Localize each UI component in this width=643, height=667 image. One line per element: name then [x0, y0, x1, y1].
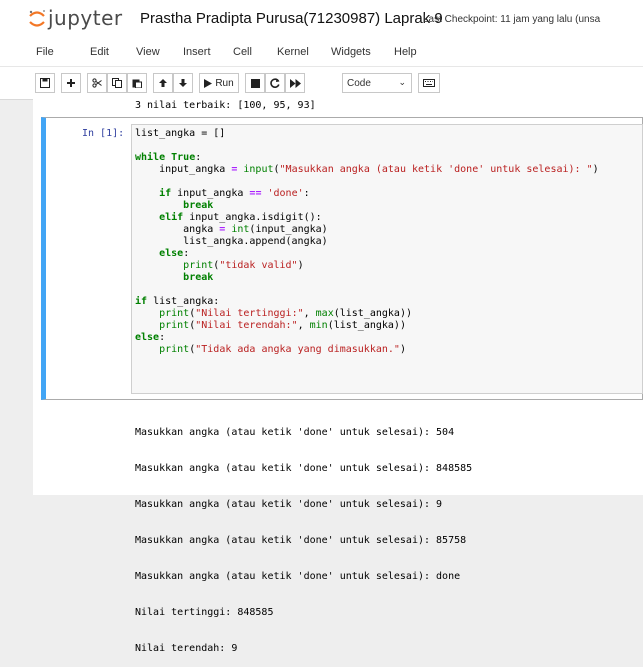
plus-icon [67, 79, 75, 87]
fast-forward-icon [289, 78, 301, 88]
keyboard-icon [423, 79, 435, 87]
output-line: Nilai terendah: 9 [135, 643, 238, 654]
code-line-15: if list_angka: [135, 296, 220, 307]
copy-icon [112, 78, 122, 88]
output-line: Masukkan angka (atau ketik 'done' untuk … [135, 427, 455, 438]
code-line-9: angka = int(input_angka) [135, 224, 328, 235]
stop-icon [250, 78, 260, 88]
paste-icon [132, 79, 142, 88]
output-line: Masukkan angka (atau ketik 'done' untuk … [135, 499, 443, 510]
code-line-7: break [183, 200, 214, 211]
run-icon [204, 78, 213, 88]
arrow-down-icon [179, 79, 187, 87]
insert-cell-button[interactable] [61, 73, 81, 93]
code-line-8: elif input_angka.isdigit(): [159, 212, 322, 223]
chevron-down-icon: ⌄ [398, 77, 406, 87]
output-line: Masukkan angka (atau ketik 'done' untuk … [135, 535, 467, 546]
restart-kernel-button[interactable] [265, 73, 285, 93]
output-line: Masukkan angka (atau ketik 'done' untuk … [135, 463, 473, 474]
cut-button[interactable] [87, 73, 107, 93]
notebook-title[interactable]: Prastha Pradipta Purusa(71230987) Laprak… [140, 10, 443, 27]
code-input[interactable]: list_angka = []​while True: input_angka … [135, 128, 599, 356]
code-line-12: print("tidak valid") [183, 260, 304, 271]
interrupt-kernel-button[interactable] [245, 73, 265, 93]
code-line-11: else: [159, 248, 190, 259]
save-button[interactable] [35, 73, 55, 93]
notebook-header: jupyter Prastha Pradipta Purusa(71230987… [0, 0, 643, 38]
move-up-button[interactable] [153, 73, 173, 93]
run-button[interactable]: Run [199, 73, 239, 93]
menu-view[interactable]: View [136, 46, 160, 58]
paste-button[interactable] [127, 73, 147, 93]
input-prompt: In [1]: [82, 128, 125, 139]
code-line-16: print("Nilai tertinggi:", max(list_angka… [159, 308, 412, 319]
cell-output: Masukkan angka (atau ketik 'done' untuk … [135, 403, 472, 667]
jupyter-logo-icon [29, 10, 45, 27]
menu-kernel[interactable]: Kernel [277, 46, 309, 58]
command-palette-button[interactable] [418, 73, 440, 93]
restart-icon [270, 78, 280, 88]
menu-help[interactable]: Help [394, 46, 417, 58]
code-line-1: list_angka = [] [135, 128, 226, 139]
menu-edit[interactable]: Edit [90, 46, 109, 58]
code-line-14: ​ [135, 284, 599, 296]
copy-button[interactable] [107, 73, 127, 93]
cell-type-select[interactable]: Code ⌄ [342, 73, 412, 93]
code-line-18: else: [135, 332, 166, 343]
code-line-4: input_angka = input("Masukkan angka (ata… [135, 164, 599, 175]
code-line-17: print("Nilai terendah:", min(list_angka)… [159, 320, 406, 331]
move-down-button[interactable] [173, 73, 193, 93]
save-icon [40, 78, 50, 88]
code-line-13: break [183, 272, 214, 283]
menu-insert[interactable]: Insert [183, 46, 211, 58]
menu-cell[interactable]: Cell [233, 46, 252, 58]
code-line-5: ​ [135, 176, 599, 188]
code-line-2: ​ [135, 140, 599, 152]
cell-type-value: Code [347, 78, 371, 89]
menu-widgets[interactable]: Widgets [331, 46, 371, 58]
arrow-up-icon [159, 79, 167, 87]
previous-cell-output: 3 nilai terbaik: [100, 95, 93] [135, 100, 316, 111]
scissors-icon [92, 78, 102, 88]
checkpoint-status: Last Checkpoint: 11 jam yang lalu (unsa [423, 14, 601, 25]
code-line-3: while True: [135, 152, 202, 163]
toolbar: Run Code ⌄ [0, 67, 643, 100]
output-line: Masukkan angka (atau ketik 'done' untuk … [135, 571, 461, 582]
code-line-10: list_angka.append(angka) [135, 236, 328, 247]
menu-bar: File Edit View Insert Cell Kernel Widget… [0, 38, 643, 67]
code-line-19: print("Tidak ada angka yang dimasukkan."… [159, 344, 406, 355]
jupyter-logo-text[interactable]: jupyter [48, 6, 123, 30]
restart-run-all-button[interactable] [285, 73, 305, 93]
menu-file[interactable]: File [36, 46, 54, 58]
run-label: Run [215, 77, 234, 89]
output-line: Nilai tertinggi: 848585 [135, 607, 274, 618]
code-line-6: if input_angka == 'done': [159, 188, 310, 199]
